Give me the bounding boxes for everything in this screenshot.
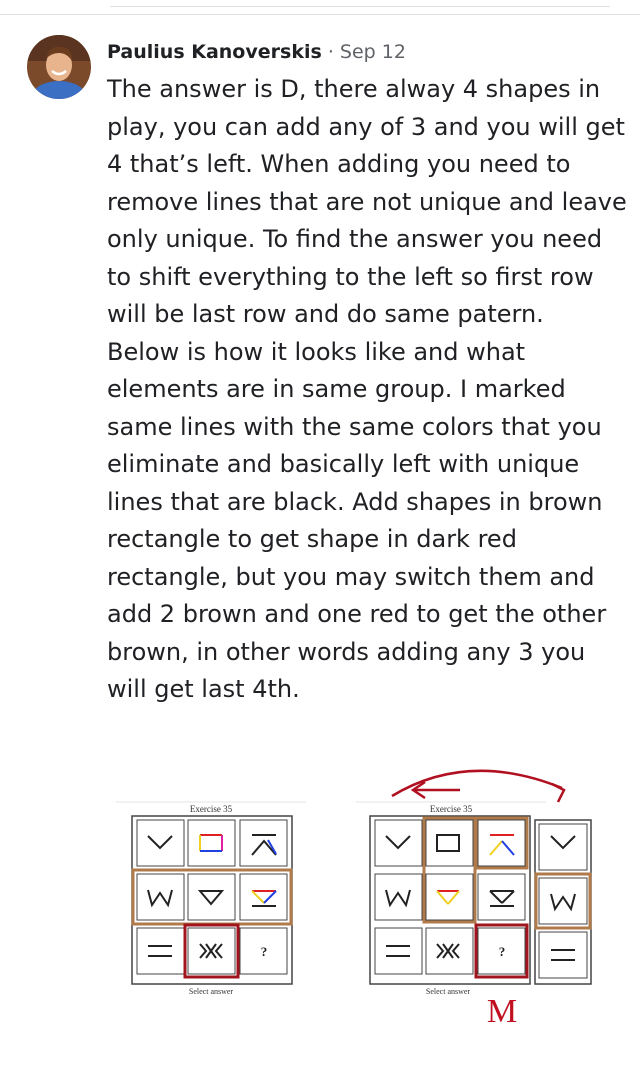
comment-line: brown, in other words adding any 3 you (107, 637, 586, 666)
brown-rectangle (534, 872, 592, 930)
question-mark: ? (261, 944, 268, 959)
comment-line: Below is how it looks like and what (107, 337, 526, 366)
comment-line: same lines with the same colors that you (107, 412, 602, 441)
shape-triangle (197, 890, 225, 906)
avatar-image (27, 35, 91, 99)
puzzle-figure-original: Exercise 35 ? Select answer (116, 801, 306, 996)
select-answer-label: Select answer (189, 987, 234, 996)
comment-line: to shift everything to the left so first… (107, 262, 594, 291)
avatar[interactable] (27, 35, 91, 99)
divider (110, 6, 610, 7)
separator: · (327, 41, 334, 63)
comment-body: The answer is D, there alway 4 shapes in… (107, 71, 627, 709)
handwritten-answer-letter: M (487, 993, 517, 1030)
shape-w (147, 889, 173, 908)
comment-date[interactable]: Sep 12 (340, 41, 406, 63)
comment-line: The answer is D, there alway 4 shapes in (107, 75, 601, 103)
comment-line: play, you can add any of 3 and you will … (107, 112, 625, 141)
comment-header: Paulius Kanoverskis · Sep 12 (107, 40, 406, 64)
question-mark: ? (499, 944, 506, 959)
puzzle-figure-shifted: Exercise 35 ? Select answer M (356, 769, 592, 1030)
author-name[interactable]: Paulius Kanoverskis (107, 41, 322, 63)
shape-chevron (147, 835, 173, 850)
exercise-title: Exercise 35 (190, 804, 233, 814)
comment-line: only unique. To find the answer you need (107, 225, 603, 253)
brown-rectangle (422, 816, 477, 924)
comment-line: eliminate and basically left with unique (107, 450, 580, 478)
comment-line: add 2 brown and one red to get the other (107, 600, 607, 628)
comment-line: 4 that’s left. When adding you need to (107, 150, 571, 178)
comment-line: remove lines that are not unique and lea… (107, 187, 627, 216)
comment-line: lines that are black. Add shapes in brow… (107, 487, 603, 516)
select-answer-label: Select answer (426, 987, 471, 996)
top-bar (0, 0, 640, 15)
comment-line: will be last row and do same patern. (107, 300, 544, 328)
comment-line: elements are in same group. I marked (107, 375, 566, 403)
comment-line: will get last 4th. (107, 675, 300, 703)
comment-line: rectangle, but you may switch them and (107, 562, 595, 591)
attached-image[interactable]: Exercise 35 ? Select answer Exercise 35 … (0, 750, 640, 1060)
exercise-title: Exercise 35 (430, 804, 473, 814)
comment-line: rectangle to get shape in dark red (107, 525, 517, 553)
